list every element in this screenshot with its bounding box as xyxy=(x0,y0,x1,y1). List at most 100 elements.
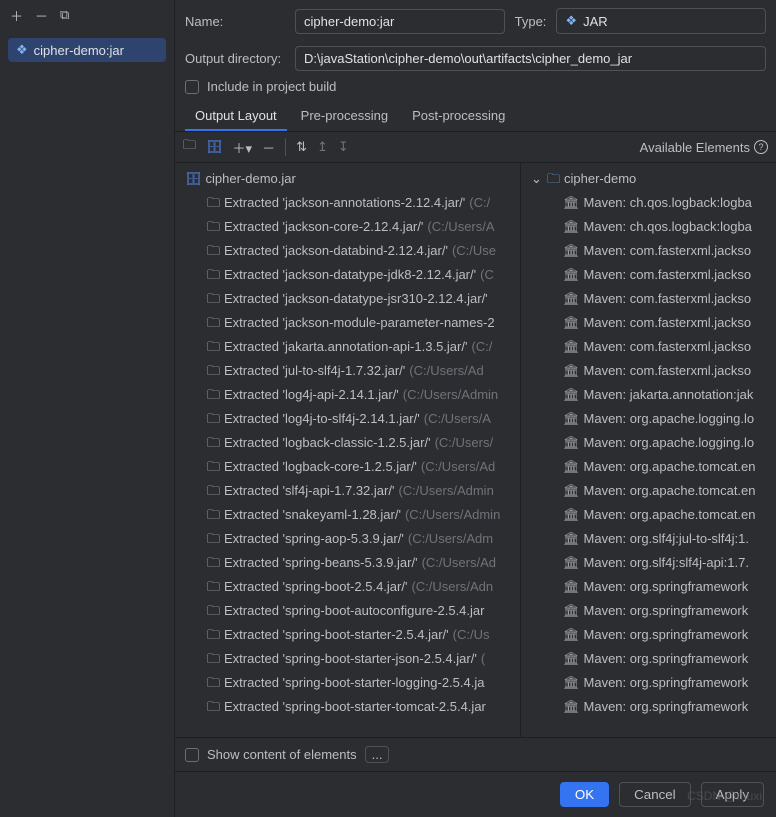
new-folder-icon[interactable]: 🗀 xyxy=(183,136,196,158)
help-icon[interactable]: ? xyxy=(754,140,768,154)
add-icon[interactable]: ＋ xyxy=(10,6,23,25)
avail-item[interactable]: 🏛Maven: org.apache.logging.lo xyxy=(521,407,776,431)
avail-item[interactable]: 🏛Maven: org.springframework xyxy=(521,671,776,695)
extracted-icon: 🗀 xyxy=(207,577,220,597)
extracted-icon: 🗀 xyxy=(207,289,220,309)
tree-item[interactable]: 🗀Extracted 'slf4j-api-1.7.32.jar/' (C:/U… xyxy=(175,479,520,503)
show-content-checkbox[interactable] xyxy=(185,748,199,762)
tree-item[interactable]: 🗀Extracted 'logback-core-1.2.5.jar/' (C:… xyxy=(175,455,520,479)
tree-item[interactable]: 🗀Extracted 'spring-boot-starter-json-2.5… xyxy=(175,647,520,671)
extracted-icon: 🗀 xyxy=(207,313,220,333)
library-icon: 🏛 xyxy=(563,193,580,213)
library-icon: 🏛 xyxy=(563,385,580,405)
avail-item[interactable]: 🏛Maven: org.slf4j:slf4j-api:1.7. xyxy=(521,551,776,575)
tree-item[interactable]: 🗀Extracted 'jackson-databind-2.12.4.jar/… xyxy=(175,239,520,263)
library-icon: 🏛 xyxy=(563,625,580,645)
move-down-icon[interactable]: ↧ xyxy=(338,139,349,155)
tree-item[interactable]: 🗀Extracted 'jackson-datatype-jsr310-2.12… xyxy=(175,287,520,311)
library-icon: 🏛 xyxy=(563,361,580,381)
remove-item-icon[interactable]: － xyxy=(262,138,275,157)
type-select[interactable]: ❖ JAR xyxy=(556,8,766,34)
content-options-button[interactable]: ... xyxy=(365,746,390,763)
tab-post-processing[interactable]: Post-processing xyxy=(402,102,515,131)
sort-icon[interactable]: ⇅ xyxy=(296,139,307,155)
extracted-icon: 🗀 xyxy=(207,505,220,525)
tab-output-layout[interactable]: Output Layout xyxy=(185,102,287,131)
avail-item[interactable]: 🏛Maven: org.slf4j:jul-to-slf4j:1. xyxy=(521,527,776,551)
extracted-icon: 🗀 xyxy=(207,625,220,645)
library-icon: 🏛 xyxy=(563,601,580,621)
outdir-input[interactable] xyxy=(295,46,766,71)
avail-item[interactable]: 🏛Maven: ch.qos.logback:logba xyxy=(521,191,776,215)
tree-item[interactable]: 🗀Extracted 'log4j-to-slf4j-2.14.1.jar/' … xyxy=(175,407,520,431)
avail-item[interactable]: 🏛Maven: jakarta.annotation:jak xyxy=(521,383,776,407)
library-icon: 🏛 xyxy=(563,457,580,477)
avail-item[interactable]: 🏛Maven: org.apache.logging.lo xyxy=(521,431,776,455)
avail-item[interactable]: 🏛Maven: org.apache.tomcat.en xyxy=(521,479,776,503)
extracted-icon: 🗀 xyxy=(207,193,220,213)
avail-item[interactable]: 🏛Maven: com.fasterxml.jackso xyxy=(521,335,776,359)
extracted-icon: 🗀 xyxy=(207,529,220,549)
tree-item[interactable]: 🗀Extracted 'spring-boot-starter-2.5.4.ja… xyxy=(175,623,520,647)
include-label: Include in project build xyxy=(207,79,336,94)
tree-item[interactable]: 🗀Extracted 'jackson-annotations-2.12.4.j… xyxy=(175,191,520,215)
tree-item[interactable]: 🗀Extracted 'spring-boot-autoconfigure-2.… xyxy=(175,599,520,623)
avail-item[interactable]: 🏛Maven: org.springframework xyxy=(521,575,776,599)
artifact-item[interactable]: ❖ cipher-demo:jar xyxy=(8,38,166,62)
move-up-icon[interactable]: ↥ xyxy=(317,139,328,155)
tree-item[interactable]: 🗀Extracted 'spring-boot-starter-tomcat-2… xyxy=(175,695,520,719)
avail-item[interactable]: 🏛Maven: org.springframework xyxy=(521,647,776,671)
tree-item[interactable]: 🗀Extracted 'jakarta.annotation-api-1.3.5… xyxy=(175,335,520,359)
extracted-icon: 🗀 xyxy=(207,481,220,501)
name-label: Name: xyxy=(185,14,285,29)
library-icon: 🏛 xyxy=(563,697,580,717)
tree-item[interactable]: 🗀Extracted 'jul-to-slf4j-1.7.32.jar/' (C… xyxy=(175,359,520,383)
ok-button[interactable]: OK xyxy=(560,782,609,807)
project-icon: 🗀 xyxy=(547,169,560,189)
avail-item[interactable]: 🏛Maven: com.fasterxml.jackso xyxy=(521,287,776,311)
avail-item[interactable]: 🏛Maven: ch.qos.logback:logba xyxy=(521,215,776,239)
tree-root[interactable]: 🗄cipher-demo.jar xyxy=(175,167,520,191)
library-icon: 🏛 xyxy=(563,673,580,693)
name-input[interactable] xyxy=(295,9,505,34)
available-elements-label: Available Elements ? xyxy=(640,140,768,155)
output-tree[interactable]: 🗄cipher-demo.jar🗀Extracted 'jackson-anno… xyxy=(175,163,521,737)
avail-item[interactable]: 🏛Maven: com.fasterxml.jackso xyxy=(521,263,776,287)
tab-pre-processing[interactable]: Pre-processing xyxy=(291,102,398,131)
extracted-icon: 🗀 xyxy=(207,553,220,573)
avail-item[interactable]: 🏛Maven: com.fasterxml.jackso xyxy=(521,311,776,335)
library-icon: 🏛 xyxy=(563,649,580,669)
extracted-icon: 🗀 xyxy=(207,241,220,261)
tree-item[interactable]: 🗀Extracted 'spring-beans-5.3.9.jar/' (C:… xyxy=(175,551,520,575)
avail-item[interactable]: 🏛Maven: org.springframework xyxy=(521,695,776,719)
extracted-icon: 🗀 xyxy=(207,385,220,405)
tree-item[interactable]: 🗀Extracted 'logback-classic-1.2.5.jar/' … xyxy=(175,431,520,455)
tree-item[interactable]: 🗀Extracted 'jackson-module-parameter-nam… xyxy=(175,311,520,335)
add-copy-icon[interactable]: ＋▾ xyxy=(233,138,253,157)
library-icon: 🏛 xyxy=(563,529,580,549)
avail-item[interactable]: 🏛Maven: org.springframework xyxy=(521,623,776,647)
tree-item[interactable]: 🗀Extracted 'spring-boot-starter-logging-… xyxy=(175,671,520,695)
library-icon: 🏛 xyxy=(563,505,580,525)
tree-item[interactable]: 🗀Extracted 'jackson-datatype-jdk8-2.12.4… xyxy=(175,263,520,287)
extracted-icon: 🗀 xyxy=(207,649,220,669)
extracted-icon: 🗀 xyxy=(207,265,220,285)
tree-item[interactable]: 🗀Extracted 'log4j-api-2.14.1.jar/' (C:/U… xyxy=(175,383,520,407)
avail-item[interactable]: 🏛Maven: org.apache.tomcat.en xyxy=(521,455,776,479)
include-checkbox[interactable] xyxy=(185,80,199,94)
tree-item[interactable]: 🗀Extracted 'snakeyaml-1.28.jar/' (C:/Use… xyxy=(175,503,520,527)
library-icon: 🏛 xyxy=(563,481,580,501)
new-archive-icon[interactable]: 🗄 xyxy=(206,139,223,155)
avail-item[interactable]: 🏛Maven: com.fasterxml.jackso xyxy=(521,239,776,263)
avail-item[interactable]: 🏛Maven: org.springframework xyxy=(521,599,776,623)
available-tree[interactable]: ⌄🗀cipher-demo🏛Maven: ch.qos.logback:logb… xyxy=(521,163,776,737)
avail-item[interactable]: 🏛Maven: com.fasterxml.jackso xyxy=(521,359,776,383)
avail-item[interactable]: 🏛Maven: org.apache.tomcat.en xyxy=(521,503,776,527)
cancel-button[interactable]: Cancel xyxy=(619,782,691,807)
avail-root[interactable]: ⌄🗀cipher-demo xyxy=(521,167,776,191)
tree-item[interactable]: 🗀Extracted 'spring-aop-5.3.9.jar/' (C:/U… xyxy=(175,527,520,551)
tree-item[interactable]: 🗀Extracted 'spring-boot-2.5.4.jar/' (C:/… xyxy=(175,575,520,599)
copy-icon[interactable]: ⧉ xyxy=(60,7,69,23)
tree-item[interactable]: 🗀Extracted 'jackson-core-2.12.4.jar/' (C… xyxy=(175,215,520,239)
remove-icon[interactable]: － xyxy=(35,6,48,25)
